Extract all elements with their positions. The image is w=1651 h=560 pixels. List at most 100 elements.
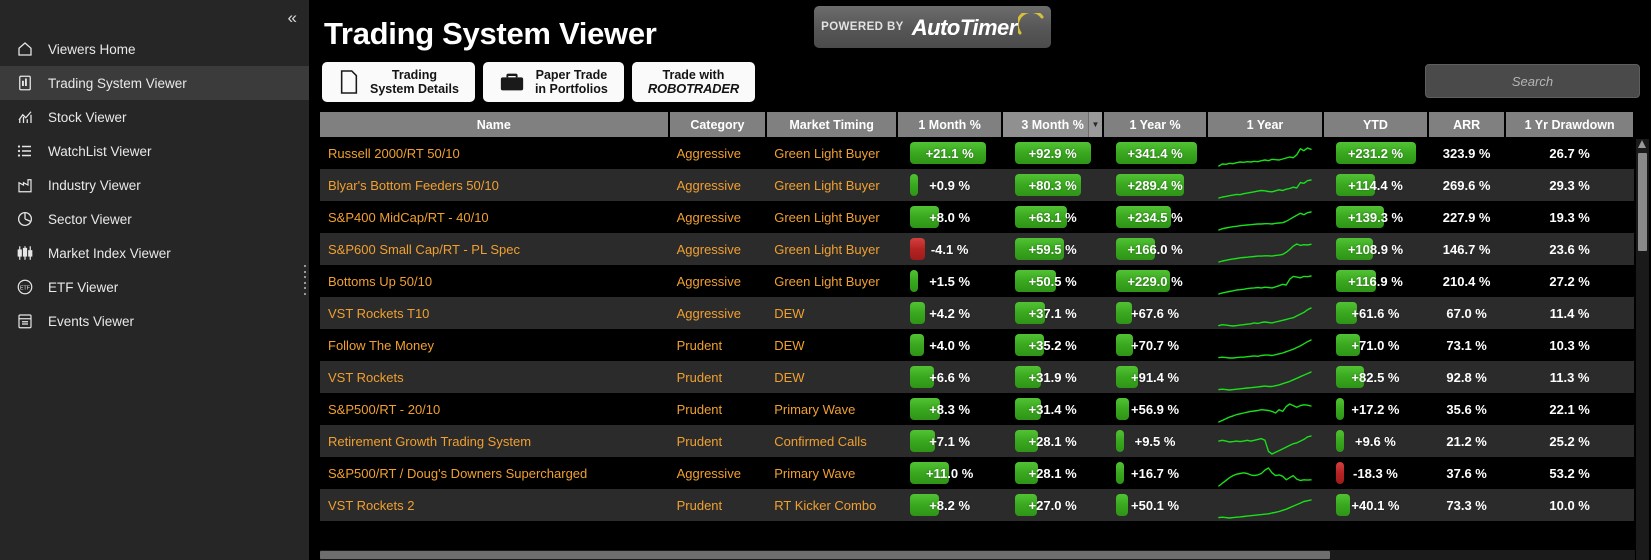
vertical-scrollbar-thumb[interactable] — [1638, 153, 1647, 251]
databar-value: +80.3 % — [1028, 177, 1077, 193]
table-row[interactable]: S&P500/RT / Doug's Downers Supercharged A… — [320, 457, 1634, 489]
cell-name[interactable]: S&P600 Small Cap/RT - PL Spec — [320, 233, 669, 265]
collapse-sidebar-button[interactable]: « — [288, 9, 298, 26]
cell-name[interactable]: Follow The Money — [320, 329, 669, 361]
column-header-name[interactable]: Name — [320, 112, 670, 137]
scroll-up-arrow-icon[interactable] — [1638, 140, 1646, 148]
cell-name[interactable]: Bottoms Up 50/10 — [320, 265, 669, 297]
databar-value: +16.7 % — [1131, 465, 1180, 481]
cell-y1p: +289.4 % — [1103, 169, 1208, 201]
cell-m1: +8.0 % — [897, 201, 1003, 233]
databar-ytd: +40.1 % — [1331, 489, 1420, 521]
sparkline-chart — [1215, 169, 1315, 201]
column-header-y1p[interactable]: 1 Year % — [1103, 112, 1209, 137]
cell-name[interactable]: S&P400 MidCap/RT - 40/10 — [320, 201, 669, 233]
cell-ytd: +231.2 % — [1322, 137, 1429, 169]
cell-arr: 73.1 % — [1428, 329, 1506, 361]
databar-y1p: +67.6 % — [1111, 297, 1199, 329]
databar-m1: +21.1 % — [905, 137, 994, 169]
databar-m3: +28.1 % — [1010, 425, 1095, 457]
column-header-category[interactable]: Category — [668, 112, 768, 137]
cell-name[interactable]: Russell 2000/RT 50/10 — [320, 137, 669, 169]
table-row[interactable]: Russell 2000/RT 50/10 Aggressive Green Lig… — [320, 137, 1634, 169]
column-header-label: Name — [476, 117, 511, 132]
horizontal-scrollbar[interactable] — [320, 550, 1635, 560]
table-row[interactable]: S&P400 MidCap/RT - 40/10 Aggressive Green … — [320, 201, 1634, 233]
cell-name[interactable]: VST Rockets — [320, 361, 669, 393]
column-header-m3[interactable]: 3 Month % ▼ — [1002, 112, 1105, 137]
table-row[interactable]: Blyar's Bottom Feeders 50/10 Aggressive Gr… — [320, 169, 1634, 201]
table-row[interactable]: Bottoms Up 50/10 Aggressive Green Light Bu… — [320, 265, 1634, 297]
home-icon — [14, 38, 36, 60]
databar-ytd: +231.2 % — [1331, 137, 1420, 169]
table-row[interactable]: Retirement Growth Trading System Prudent C… — [320, 425, 1634, 457]
table-row[interactable]: VST Rockets 2 Prudent RT Kicker Combo +8.2 … — [320, 489, 1634, 521]
sidebar-item-watchlist-viewer[interactable]: WatchList Viewer — [0, 134, 309, 168]
action-button-line1: Paper Trade — [535, 68, 608, 82]
sidebar-resize-handle[interactable] — [304, 265, 310, 295]
column-header-dd[interactable]: 1 Yr Drawdown — [1505, 112, 1635, 137]
cell-drawdown: 22.1 % — [1505, 393, 1634, 425]
vertical-scrollbar[interactable] — [1636, 139, 1649, 560]
cell-1-year-sparkline — [1207, 329, 1323, 361]
cell-market-timing: DEW — [766, 329, 898, 361]
action-button-3[interactable]: Trade with ROBOTRADER — [631, 62, 756, 102]
table-row[interactable]: S&P500/RT - 20/10 Prudent Primary Wave +8.3… — [320, 393, 1634, 425]
databar-value: +35.2 % — [1028, 337, 1077, 353]
horizontal-scrollbar-thumb[interactable] — [320, 551, 1330, 559]
cell-m1: +0.9 % — [897, 169, 1003, 201]
table-row[interactable]: VST Rockets T10 Aggressive DEW +4.2 % +37.1 … — [320, 297, 1634, 329]
sidebar-item-trading-system-viewer[interactable]: Trading System Viewer — [0, 66, 309, 100]
autotimer-arc-icon — [1015, 9, 1044, 40]
cell-m3: +35.2 % — [1002, 329, 1104, 361]
cell-ytd: +9.6 % — [1322, 425, 1429, 457]
table-row[interactable]: VST Rockets Prudent DEW +6.6 % +31.9 % +91.4 … — [320, 361, 1634, 393]
databar-ytd: +108.9 % — [1331, 233, 1420, 265]
cell-name[interactable]: VST Rockets 2 — [320, 489, 669, 521]
column-header-y1[interactable]: 1 Year — [1207, 112, 1324, 137]
cell-m1: +4.0 % — [897, 329, 1003, 361]
databar-m1: +4.2 % — [905, 297, 994, 329]
action-button-2[interactable]: Paper Trade in Portfolios — [482, 62, 624, 102]
databar-value: +0.9 % — [929, 177, 971, 193]
search-input[interactable]: Search — [1425, 64, 1640, 98]
cell-name[interactable]: Retirement Growth Trading System — [320, 425, 669, 457]
sidebar-item-etf-viewer[interactable]: ETF ETF Viewer — [0, 270, 309, 304]
cell-m1: +8.2 % — [897, 489, 1003, 521]
cell-1-year-sparkline — [1207, 137, 1323, 169]
table-row[interactable]: S&P600 Small Cap/RT - PL Spec Aggressive G… — [320, 233, 1634, 265]
cell-name[interactable]: S&P500/RT / Doug's Downers Supercharged — [320, 457, 669, 489]
sidebar-item-label: WatchList Viewer — [48, 143, 152, 159]
action-button-1[interactable]: Trading System Details — [322, 62, 475, 102]
sidebar-item-market-index-viewer[interactable]: Market Index Viewer — [0, 236, 309, 270]
sidebar-item-stock-viewer[interactable]: Stock Viewer — [0, 100, 309, 134]
cell-m3: +92.9 % — [1002, 137, 1104, 169]
sidebar-item-viewers-home[interactable]: Viewers Home — [0, 32, 309, 66]
cell-arr: 323.9 % — [1428, 137, 1506, 169]
cell-market-timing: DEW — [766, 361, 898, 393]
cell-name[interactable]: VST Rockets T10 — [320, 297, 669, 329]
sidebar-item-sector-viewer[interactable]: Sector Viewer — [0, 202, 309, 236]
cell-category: Aggressive — [668, 137, 767, 169]
databar-value: +50.1 % — [1131, 497, 1180, 513]
column-header-ytd[interactable]: YTD — [1322, 112, 1430, 137]
cell-drawdown: 23.6 % — [1505, 233, 1634, 265]
cell-y1p: +229.0 % — [1103, 265, 1208, 297]
cell-name[interactable]: Blyar's Bottom Feeders 50/10 — [320, 169, 669, 201]
databar-value: +9.6 % — [1355, 433, 1396, 449]
list-icon — [14, 140, 36, 162]
column-header-label: Market Timing — [789, 117, 874, 132]
action-button-label: Paper Trade in Portfolios — [535, 68, 608, 96]
sort-caret-icon[interactable]: ▼ — [1088, 112, 1103, 137]
table-grid: Name Category Market Timing 1 Month % 3 Mont… — [320, 112, 1635, 521]
sidebar-item-industry-viewer[interactable]: Industry Viewer — [0, 168, 309, 202]
column-header-m1[interactable]: 1 Month % — [897, 112, 1004, 137]
databar-ytd: +116.9 % — [1331, 265, 1420, 297]
column-header-arr[interactable]: ARR — [1428, 112, 1507, 137]
databar-value: +31.4 % — [1028, 401, 1077, 417]
cell-category: Aggressive — [668, 297, 767, 329]
cell-name[interactable]: S&P500/RT - 20/10 — [320, 393, 669, 425]
column-header-timing[interactable]: Market Timing — [766, 112, 899, 137]
sidebar-item-events-viewer[interactable]: Events Viewer — [0, 304, 309, 338]
table-row[interactable]: Follow The Money Prudent DEW +4.0 % +35.2 % +… — [320, 329, 1634, 361]
